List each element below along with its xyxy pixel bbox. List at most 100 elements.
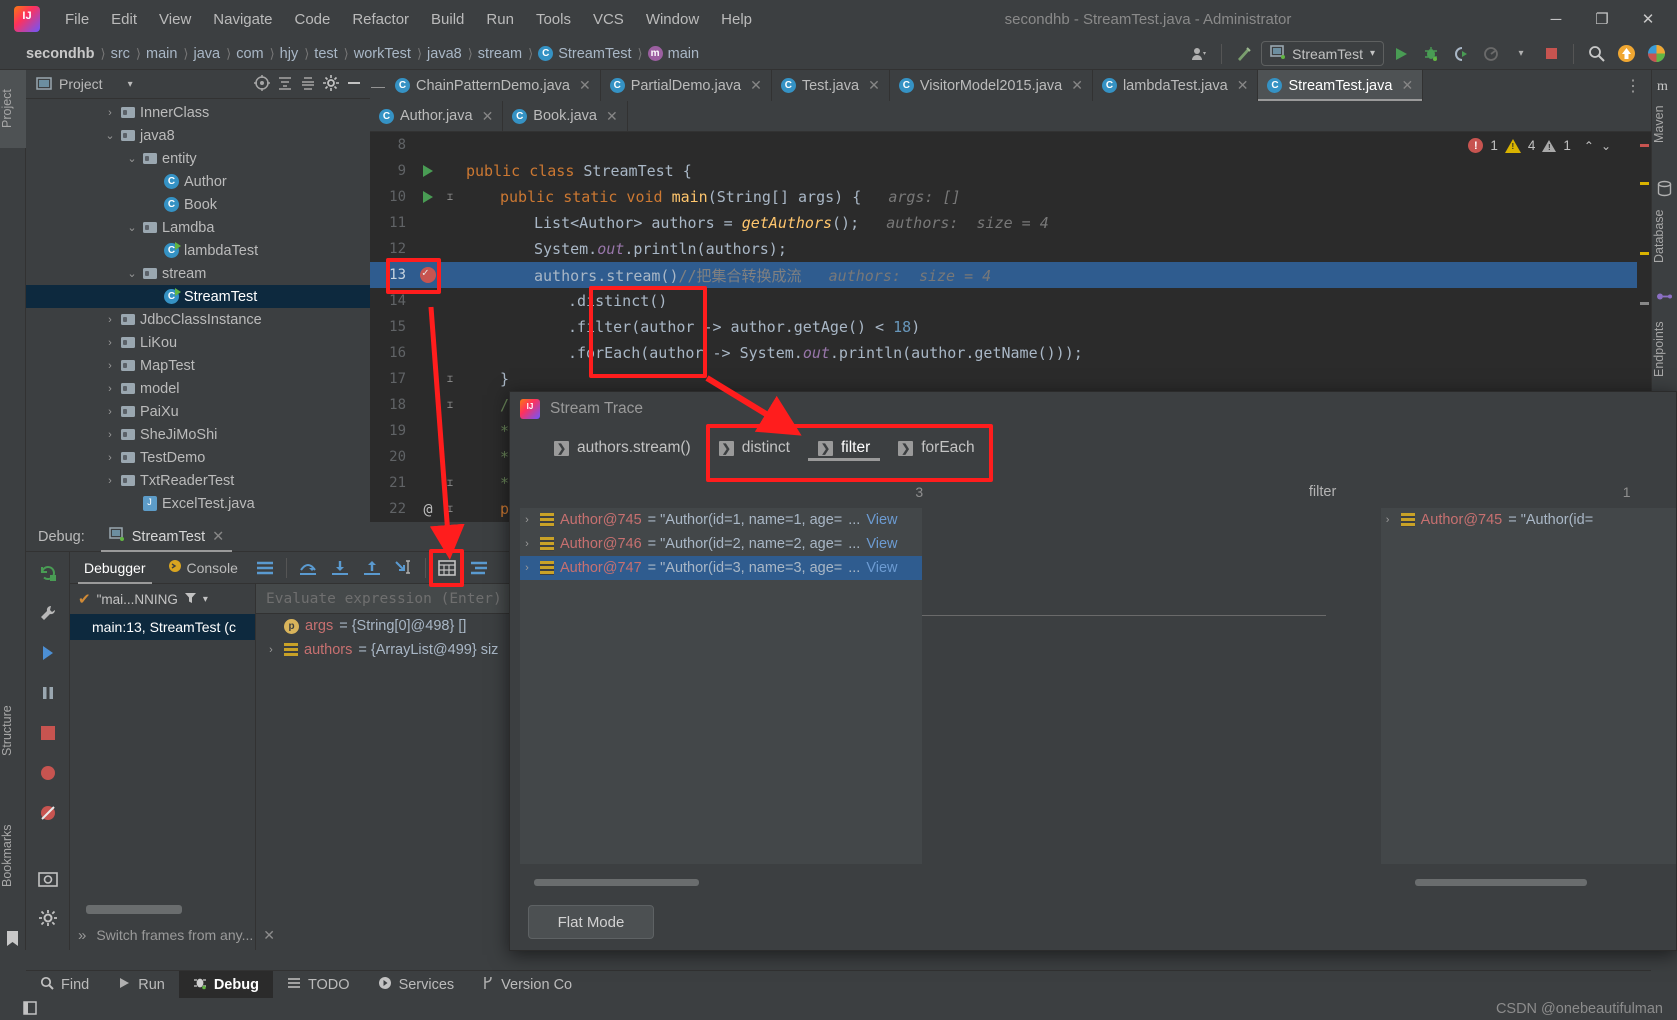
tree-expand-arrow[interactable]: ›	[102, 337, 118, 349]
code-line[interactable]: 16 .forEach(author -> System.out.println(…	[370, 340, 1651, 366]
close-icon[interactable]: ✕	[482, 108, 494, 125]
step-out-icon[interactable]	[361, 557, 383, 579]
previous-problem-icon[interactable]: ⌃	[1584, 139, 1594, 153]
tool-window-button-endpoints[interactable]: Endpoints	[1652, 306, 1677, 392]
status-bar-find[interactable]: Find	[26, 971, 103, 999]
debug-session-tab[interactable]: StreamTest ✕	[101, 522, 233, 552]
run-configuration-selector[interactable]: StreamTest ▾	[1261, 41, 1384, 66]
tree-node-lambdatest[interactable]: ClambdaTest	[26, 239, 370, 262]
breadcrumb-item-secondhb[interactable]: secondhb	[26, 46, 94, 62]
menu-window[interactable]: Window	[635, 8, 710, 31]
stage-tab-authors-stream[interactable]: ❯ authors.stream()	[544, 435, 701, 461]
close-icon[interactable]: ✕	[579, 77, 591, 94]
status-bar-services[interactable]: Services	[364, 971, 469, 999]
code-line[interactable]: 10 ⌶ public static void main(String[] args…	[370, 184, 1651, 210]
editor-tab-test[interactable]: C Test.java ✕	[772, 70, 890, 101]
breadcrumb-item-java[interactable]: java	[194, 46, 221, 62]
fold-marker[interactable]: ⌶	[442, 192, 458, 203]
profile-icon[interactable]	[1478, 42, 1504, 66]
tree-node-lamdba[interactable]: ⌄ Lamdba	[26, 216, 370, 239]
fold-marker[interactable]: ⌶	[442, 400, 458, 411]
menu-run[interactable]: Run	[475, 8, 525, 31]
tree-expand-arrow[interactable]: ›	[102, 475, 118, 487]
breadcrumb-item-test[interactable]: test	[314, 46, 337, 62]
editor-tab-chainpatterndemo[interactable]: C ChainPatternDemo.java ✕	[386, 70, 601, 101]
status-bar-run[interactable]: Run	[103, 971, 179, 999]
step-into-icon[interactable]	[329, 557, 351, 579]
expand-caret[interactable]: ›	[520, 562, 534, 574]
tool-window-button-project[interactable]: Project	[0, 70, 26, 148]
breadcrumb-item-stream[interactable]: stream	[478, 46, 522, 62]
tree-node-stream[interactable]: ⌄ stream	[26, 262, 370, 285]
menu-help[interactable]: Help	[710, 8, 763, 31]
collapse-all-icon[interactable]	[277, 75, 293, 94]
breadcrumb-item-java8[interactable]: java8	[427, 46, 462, 62]
user-icon[interactable]	[1186, 42, 1212, 66]
thread-selector[interactable]: ✔ "mai...NNING ▾	[70, 584, 255, 614]
resume-program-icon[interactable]	[35, 640, 61, 666]
editor-tab-author[interactable]: C Author.java ✕	[370, 100, 504, 132]
tree-node-testdemo[interactable]: › TestDemo	[26, 446, 370, 469]
minimize-button[interactable]: ─	[1533, 0, 1579, 38]
tree-node-jdbcclassinstance[interactable]: › JdbcClassInstance	[26, 308, 370, 331]
stop-program-icon[interactable]	[35, 720, 61, 746]
stream-value-row[interactable]: › Author@746 = "Author(id=2, name=2, age…	[520, 532, 922, 556]
tree-expand-arrow[interactable]: ›	[102, 314, 118, 326]
close-icon[interactable]: ✕	[1071, 77, 1083, 94]
code-line[interactable]: 8	[370, 132, 1651, 158]
hide-icon[interactable]	[346, 75, 362, 94]
close-button[interactable]: ✕	[1625, 0, 1671, 38]
run-gutter-icon[interactable]	[414, 165, 442, 177]
menu-code[interactable]: Code	[283, 8, 341, 31]
tool-window-button-bookmarks[interactable]: Bookmarks	[0, 810, 26, 902]
expand-more-icon[interactable]: »	[78, 927, 86, 944]
breadcrumb-item-worktest[interactable]: workTest	[354, 46, 411, 62]
menu-refactor[interactable]: Refactor	[341, 8, 420, 31]
tree-expand-arrow[interactable]: ⌄	[124, 221, 140, 234]
left-pane-hscrollbar[interactable]	[534, 879, 699, 886]
expand-caret[interactable]: ›	[1381, 514, 1395, 526]
editor-tab-streamtest[interactable]: C StreamTest.java ✕	[1258, 70, 1424, 101]
tab-debugger[interactable]: Debugger	[78, 552, 152, 584]
frame-row[interactable]: main:13, StreamTest (c	[70, 614, 255, 640]
close-icon[interactable]: ✕	[212, 529, 224, 545]
expand-all-icon[interactable]	[300, 75, 316, 94]
status-bar-todo[interactable]: TODO	[273, 971, 364, 999]
stream-value-row[interactable]: › Author@747 = "Author(id=3, name=3, age…	[520, 556, 922, 580]
tab-console[interactable]: Console	[162, 552, 244, 584]
tree-expand-arrow[interactable]: ›	[102, 406, 118, 418]
tree-node-paixu[interactable]: › PaiXu	[26, 400, 370, 423]
inspections-widget[interactable]: ! 1 4 1 ⌃ ⌄	[1468, 138, 1611, 153]
flat-mode-button[interactable]: Flat Mode	[528, 905, 654, 939]
close-icon[interactable]: ✕	[606, 108, 618, 125]
update-icon[interactable]	[1613, 42, 1639, 66]
run-gutter-icon[interactable]	[414, 191, 442, 203]
layout-settings-icon[interactable]	[254, 557, 276, 579]
trace-current-stream-chain-icon[interactable]	[468, 557, 490, 579]
screenshot-icon[interactable]	[35, 866, 61, 892]
settings-wrench-icon[interactable]	[35, 600, 61, 626]
right-pane-list[interactable]: › Author@745 = "Author(id=	[1380, 508, 1676, 886]
editor-tab-book[interactable]: C Book.java ✕	[503, 100, 628, 132]
tree-node-maptest[interactable]: › MapTest	[26, 354, 370, 377]
menu-navigate[interactable]: Navigate	[202, 8, 283, 31]
build-icon[interactable]	[1231, 42, 1257, 66]
view-link[interactable]: View	[866, 536, 897, 552]
breadcrumb-item-streamtest[interactable]: C StreamTest	[538, 46, 632, 62]
breakpoint-verified-icon[interactable]	[414, 266, 442, 283]
pause-program-icon[interactable]	[35, 680, 61, 706]
editor-tab-lambdatest[interactable]: C lambdaTest.java ✕	[1093, 70, 1259, 101]
tree-node-author[interactable]: C Author	[26, 170, 370, 193]
status-bar-version-control[interactable]: Version Co	[468, 971, 586, 999]
database-icon[interactable]	[1656, 180, 1673, 200]
breadcrumb-item-com[interactable]: com	[236, 46, 263, 62]
fold-marker[interactable]: ⌶	[442, 478, 458, 489]
tree-node-java8[interactable]: ⌄ java8	[26, 124, 370, 147]
close-icon[interactable]: ✕	[1237, 77, 1249, 94]
tool-window-button-structure[interactable]: Structure	[0, 690, 26, 772]
step-over-icon[interactable]	[297, 557, 319, 579]
close-icon[interactable]: ✕	[263, 927, 275, 944]
project-panel-title-wrap[interactable]: Project ▾	[36, 76, 133, 93]
expand-caret[interactable]: ›	[520, 514, 534, 526]
tree-node-streamtest[interactable]: C StreamTest	[26, 285, 370, 308]
